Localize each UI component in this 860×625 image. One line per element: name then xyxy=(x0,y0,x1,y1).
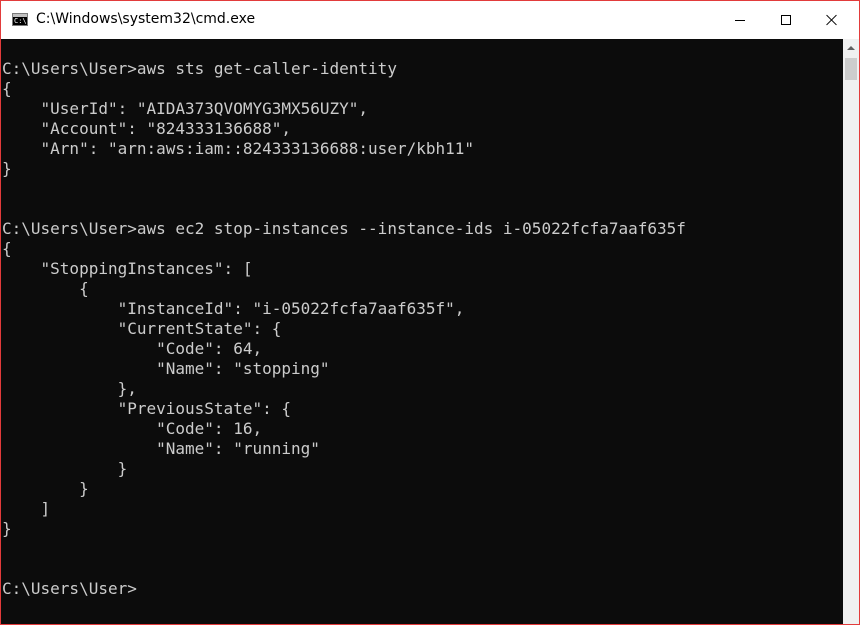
console-line: "Arn": "arn:aws:iam::824333136688:user/k… xyxy=(2,139,475,158)
title-bar[interactable]: C:\. C:\Windows\system32\cmd.exe xyxy=(1,1,859,39)
console-line: "Account": "824333136688", xyxy=(2,119,291,138)
console-line: "Code": 64, xyxy=(2,339,263,358)
console-line: } xyxy=(2,159,12,178)
console-text: C:\Users\User>aws sts get-caller-identit… xyxy=(1,39,843,599)
close-icon xyxy=(826,14,838,26)
close-button[interactable] xyxy=(809,1,855,39)
console-line: "Code": 16, xyxy=(2,419,263,438)
minimize-icon xyxy=(735,19,745,21)
console-line: "Name": "running" xyxy=(2,439,320,458)
console-line: "CurrentState": { xyxy=(2,319,282,338)
console-line: { xyxy=(2,79,12,98)
console-line: }, xyxy=(2,379,137,398)
maximize-button[interactable] xyxy=(763,1,809,39)
console-line: { xyxy=(2,279,89,298)
chevron-up-icon xyxy=(847,45,855,50)
console-line: } xyxy=(2,459,128,478)
cmd-app-icon[interactable]: C:\. xyxy=(12,13,28,26)
cmd-icon-glyph: C:\. xyxy=(14,17,27,25)
vertical-scrollbar[interactable] xyxy=(843,39,859,624)
console-line: C:\Users\User>aws ec2 stop-instances --i… xyxy=(2,219,686,238)
console-line: "StoppingInstances": [ xyxy=(2,259,253,278)
console-line: } xyxy=(2,479,89,498)
minimize-button[interactable] xyxy=(717,1,763,39)
console-line: } xyxy=(2,519,12,538)
console-line: "UserId": "AIDA373QVOMYG3MX56UZY", xyxy=(2,99,369,118)
console-output[interactable]: C:\Users\User>aws sts get-caller-identit… xyxy=(1,39,843,624)
console-line: C:\Users\User> xyxy=(2,579,137,598)
console-line: "Name": "stopping" xyxy=(2,359,330,378)
scroll-up-button[interactable] xyxy=(843,39,859,56)
cmd-window: C:\. C:\Windows\system32\cmd.exe C:\User… xyxy=(0,0,860,625)
console-line: C:\Users\User>aws sts get-caller-identit… xyxy=(2,59,397,78)
console-line: "InstanceId": "i-05022fcfa7aaf635f", xyxy=(2,299,465,318)
maximize-icon xyxy=(781,15,791,25)
window-title: C:\Windows\system32\cmd.exe xyxy=(36,11,256,27)
console-line: "PreviousState": { xyxy=(2,399,291,418)
console-line: { xyxy=(2,239,12,258)
console-line: ] xyxy=(2,499,51,518)
scroll-thumb[interactable] xyxy=(845,58,857,80)
